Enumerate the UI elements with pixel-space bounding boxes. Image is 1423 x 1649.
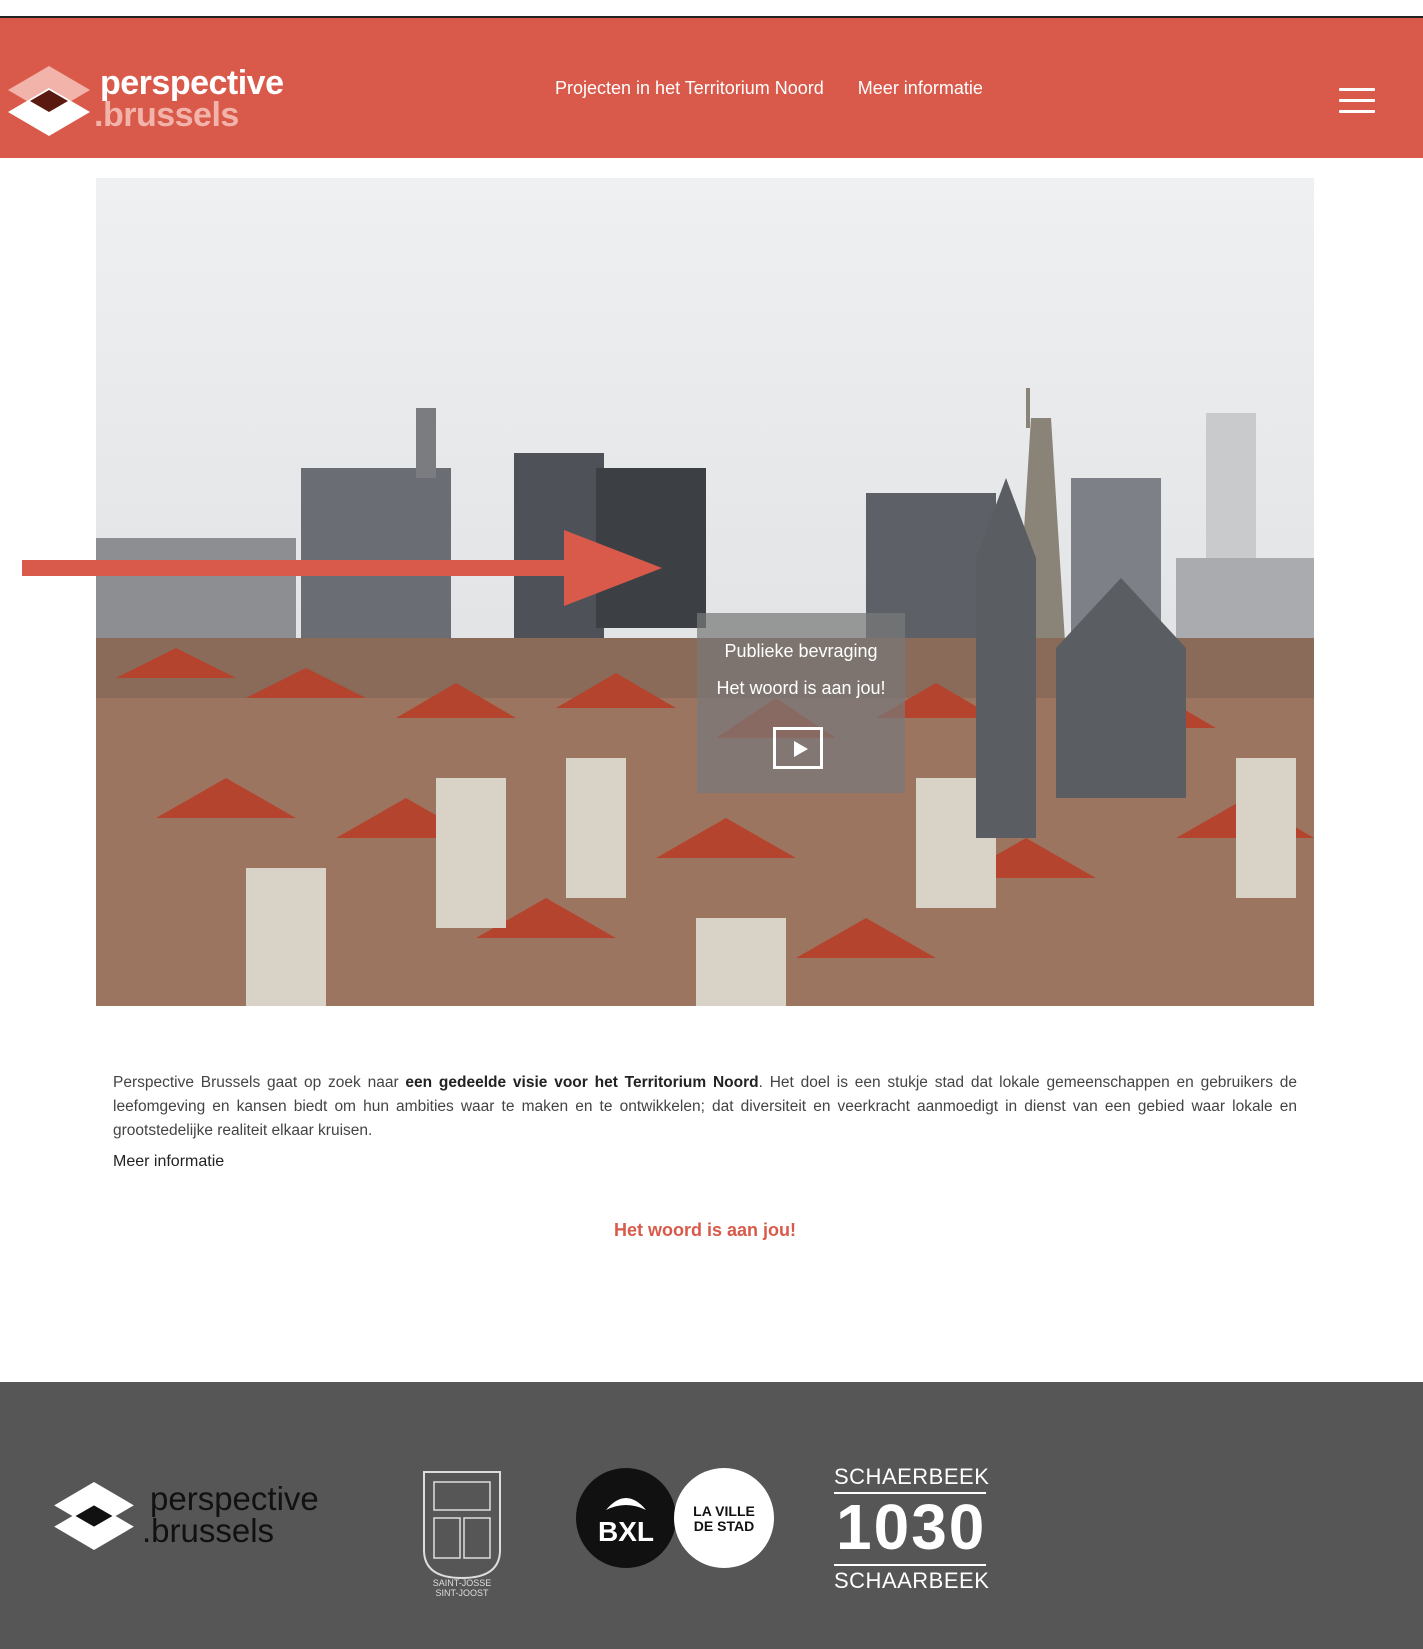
- schaerbeek-postcode[interactable]: 1030: [836, 1490, 986, 1564]
- main-nav: Projecten in het Territorium Noord Meer …: [555, 78, 983, 99]
- schaerbeek-divider-bottom: [834, 1564, 986, 1566]
- shield-label-line2: SINT-JOOST: [435, 1588, 489, 1598]
- schaerbeek-bottom-text: SCHAARBEEK: [834, 1568, 990, 1593]
- site-header: perspective .brussels Projecten in het T…: [0, 18, 1423, 158]
- shield-label-line1: SAINT-JOSSE: [432, 1578, 492, 1588]
- footer-logo-diamond-icon: [54, 1482, 134, 1550]
- meer-informatie-link[interactable]: Meer informatie: [113, 1153, 224, 1171]
- ville-text: LA VILLE DE STAD: [674, 1504, 774, 1534]
- top-border: [0, 0, 1423, 18]
- logo-diamond-icon: [8, 66, 90, 136]
- video-overlay: Publieke bevraging Het woord is aan jou!: [697, 613, 905, 793]
- nav-link-meer-informatie[interactable]: Meer informatie: [858, 78, 983, 99]
- ville-line1: LA VILLE: [693, 1503, 755, 1519]
- bxl-logo[interactable]: BXL: [576, 1468, 676, 1568]
- nav-link-projecten[interactable]: Projecten in het Territorium Noord: [555, 78, 824, 99]
- schaerbeek-top-text: SCHAERBEEK: [834, 1464, 990, 1489]
- cta-link[interactable]: Het woord is aan jou!: [0, 1220, 1410, 1241]
- bxl-text: BXL: [598, 1516, 654, 1547]
- overlay-subtitle: Het woord is aan jou!: [716, 678, 886, 698]
- intro-paragraph: Perspective Brussels gaat op zoek naar e…: [113, 1071, 1297, 1143]
- hamburger-icon[interactable]: [1339, 88, 1375, 114]
- shield-label: SAINT-JOSSE SINT-JOOST: [408, 1578, 516, 1598]
- bird-icon: [606, 1498, 646, 1510]
- footer-logo-text-brussels: .brussels: [142, 1512, 275, 1549]
- annotation-arrow-icon: [22, 530, 662, 606]
- logo-text-brussels: .brussels: [94, 96, 239, 134]
- ville-line2: DE STAD: [693, 1518, 755, 1534]
- ville-logo[interactable]: LA VILLE DE STAD: [674, 1468, 774, 1568]
- overlay-title: Publieke bevraging: [724, 641, 878, 661]
- intro-text-start: Perspective Brussels gaat op zoek naar: [113, 1074, 406, 1091]
- perspective-brussels-logo[interactable]: perspective .brussels: [8, 64, 288, 154]
- play-icon[interactable]: [773, 727, 823, 769]
- intro-text-bold: een gedeelde visie voor het Territorium …: [405, 1074, 759, 1091]
- site-footer: perspective .brussels SAINT-JOSSE SINT-J…: [0, 1382, 1423, 1649]
